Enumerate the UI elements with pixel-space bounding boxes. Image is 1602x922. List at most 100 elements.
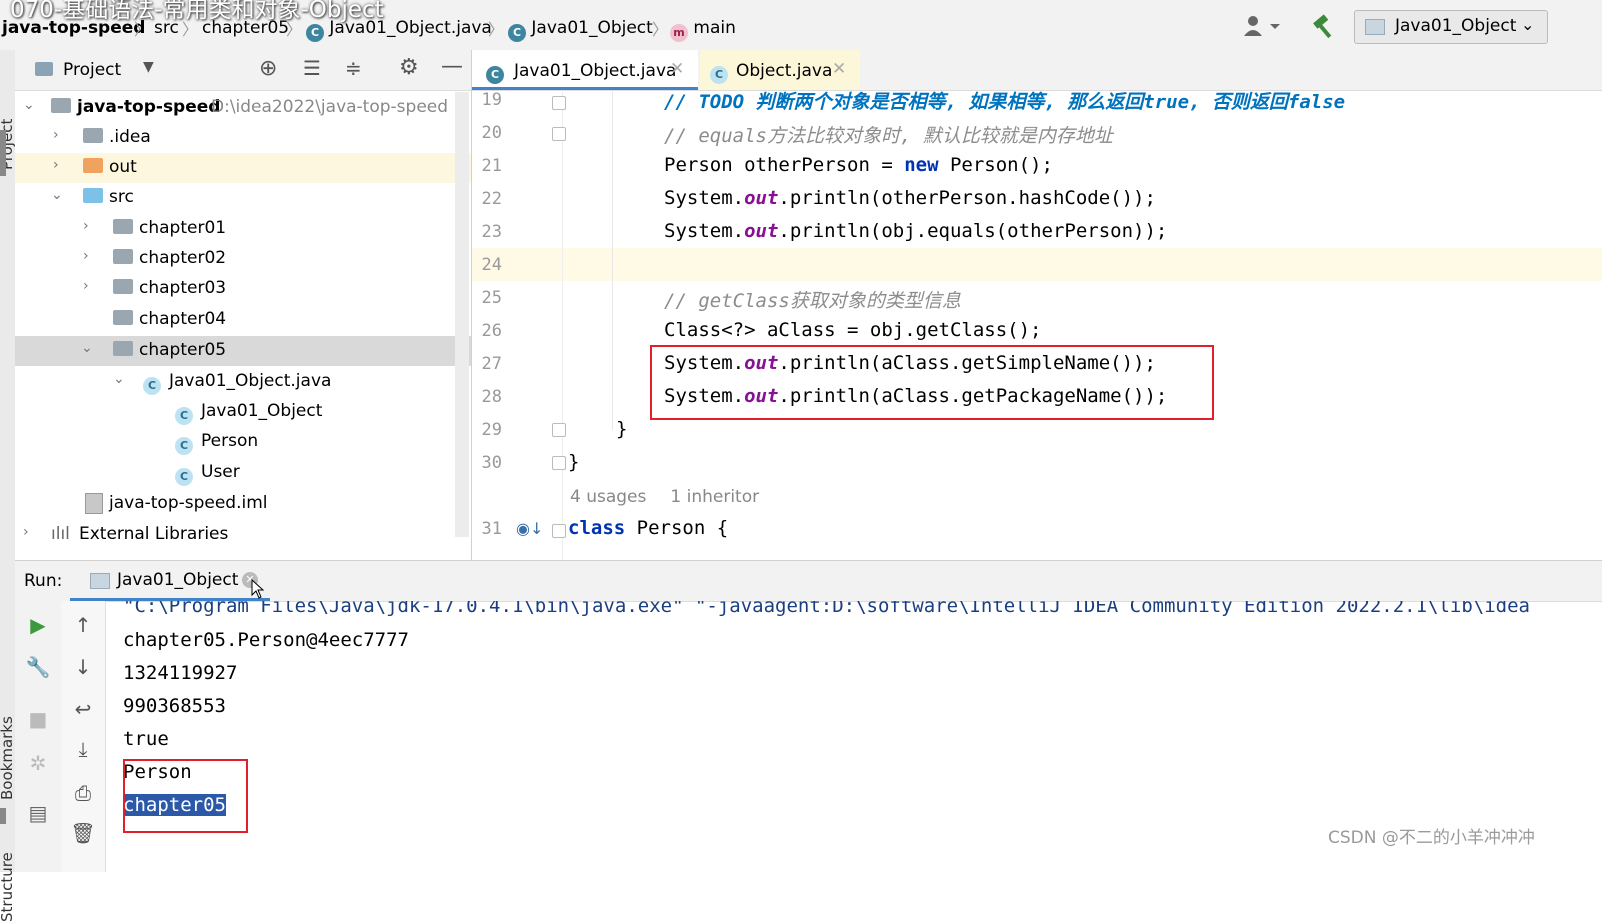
tree-item-out[interactable]: › out <box>15 153 471 183</box>
structure-tool-button[interactable]: Structure <box>0 852 16 922</box>
code-text: System. <box>664 220 745 242</box>
code-line-22: System.out.println(otherPerson.hashCode(… <box>664 187 1156 220</box>
line-number: 19 <box>481 90 502 110</box>
tree-item-user[interactable]: C User <box>15 458 471 488</box>
locate-file-icon[interactable]: ⊕ <box>259 56 277 81</box>
tree-item-label: chapter04 <box>139 309 227 329</box>
code-line-29: } <box>616 418 627 451</box>
class-icon: C <box>306 24 324 42</box>
tree-item-label: External Libraries <box>79 524 229 544</box>
layout-icon[interactable]: ▤ <box>18 801 58 825</box>
scroll-to-end-icon[interactable]: ⤓ <box>63 737 103 761</box>
tree-item-chapter02[interactable]: › chapter02 <box>15 244 471 274</box>
tree-item-label: .idea <box>109 127 151 147</box>
tree-item-chapter05[interactable]: ⌄ chapter05 <box>15 336 471 366</box>
code-text: } <box>616 418 628 440</box>
code-text: Person { <box>625 517 729 539</box>
tree-item-chapter03[interactable]: › chapter03 <box>15 274 471 304</box>
class-icon: C <box>486 60 504 84</box>
todo-comment: // TODO 判断两个对象是否相等, 如果相等, 那么返回true, 否则返回… <box>664 91 1346 113</box>
collapse-all-icon[interactable]: ≑ <box>345 56 362 80</box>
code-line-21: Person otherPerson = new Person(); <box>664 154 1053 187</box>
close-icon[interactable]: ✕ <box>832 59 846 79</box>
arrow-up-icon[interactable]: ↑ <box>63 613 103 637</box>
line-number: 24 <box>481 255 502 275</box>
breadcrumb-method-label: main <box>693 18 736 38</box>
tree-item-java01-object-class[interactable]: C Java01_Object <box>15 397 471 427</box>
project-scrollbar[interactable] <box>455 92 469 537</box>
rerun-icon[interactable]: ▶ <box>18 613 58 637</box>
line-number: 30 <box>481 453 502 473</box>
wrench-icon[interactable]: 🔧 <box>18 655 58 679</box>
tree-item-idea[interactable]: › .idea <box>15 123 471 153</box>
tree-item-label: User <box>201 462 240 482</box>
tab-label: Object.java <box>736 61 833 81</box>
chevron-down-icon[interactable]: ▼ <box>143 59 154 75</box>
left-tool-stripe: Project Bookmarks Structure <box>0 50 16 922</box>
breadcrumb-class[interactable]: C Java01_Object <box>508 18 653 42</box>
tree-item-person[interactable]: C Person <box>15 427 471 457</box>
project-view-title[interactable]: Project <box>63 60 121 80</box>
tree-item-project-root[interactable]: ⌄ java-top-speed D:\idea2022\java-top-sp… <box>15 93 471 123</box>
hammer-icon[interactable] <box>1310 12 1338 40</box>
code-editor[interactable]: // TODO 判断两个对象是否相等, 如果相等, 那么返回true, 否则返回… <box>562 90 1602 560</box>
user-icon[interactable] <box>1242 14 1286 38</box>
tree-item-chapter01[interactable]: › chapter01 <box>15 214 471 244</box>
code-text: Person otherPerson = <box>664 154 905 176</box>
gear-icon[interactable]: ⚙ <box>399 55 419 80</box>
console-line: true <box>123 728 169 750</box>
tree-item-src[interactable]: ⌄ src <box>15 183 471 213</box>
tab-java01-object-java[interactable]: C Java01_Object.java ✕ <box>472 50 698 90</box>
code-line-30: } <box>568 451 579 484</box>
code-highlight-box <box>650 345 1214 420</box>
tree-item-java01-object-file[interactable]: ⌄ C Java01_Object.java <box>15 367 471 397</box>
line-number: 23 <box>481 222 502 242</box>
project-panel-header: Project ▼ ⊕ ☰ ≑ ⚙ — <box>15 50 471 91</box>
class-icon: C <box>508 24 526 42</box>
breadcrumb-method[interactable]: m main <box>670 18 736 42</box>
bookmarks-tool-button[interactable]: Bookmarks <box>0 716 16 800</box>
tree-item-label: Java01_Object <box>201 401 323 421</box>
run-tab[interactable]: Java01_Object ✕ <box>70 561 270 601</box>
console-line: 1324119927 <box>123 662 238 684</box>
library-icon: ılıl <box>51 524 70 544</box>
keyword: new <box>904 154 939 176</box>
tab-object-java[interactable]: C Object.java ✕ <box>700 50 860 90</box>
inheritors-link[interactable]: 1 inheritor <box>670 487 759 507</box>
usages-link[interactable]: 4 usages <box>570 487 646 507</box>
chevron-right-icon: › <box>83 218 89 234</box>
tree-item-label: out <box>109 157 137 177</box>
tree-item-iml[interactable]: java-top-speed.iml <box>15 489 471 519</box>
chevron-down-icon: ⌄ <box>51 187 63 203</box>
line-number: 28 <box>481 387 502 407</box>
run-toolbar-secondary: ↑ ↓ ↩ ⤓ ⎙ 🗑 <box>61 601 106 872</box>
run-configuration-dropdown[interactable]: Java01_Object ⌄ <box>1354 10 1548 44</box>
project-panel: Project ▼ ⊕ ☰ ≑ ⚙ — ⌄ java-top-speed D:\… <box>15 50 472 560</box>
tree-item-label: chapter05 <box>139 340 227 360</box>
soft-wrap-icon[interactable]: ↩ <box>63 697 103 721</box>
implemented-icon[interactable]: ◉↓ <box>516 519 543 538</box>
class-icon: C <box>175 401 193 425</box>
stop-icon[interactable]: ■ <box>18 707 58 731</box>
close-icon[interactable]: ✕ <box>670 59 684 79</box>
tree-item-chapter04[interactable]: chapter04 <box>15 305 471 335</box>
tree-item-external-libraries[interactable]: › ılıl External Libraries <box>15 520 471 550</box>
line-number: 22 <box>481 189 502 209</box>
line-number: 29 <box>481 420 502 440</box>
hide-panel-icon[interactable]: — <box>441 54 463 79</box>
breadcrumb-class-label: Java01_Object <box>531 18 653 38</box>
trash-icon[interactable]: 🗑 <box>63 821 103 845</box>
package-icon <box>113 310 133 325</box>
class-icon: C <box>175 462 193 486</box>
tree-item-label: Java01_Object.java <box>169 371 332 391</box>
debug-rerun-icon[interactable]: ✲ <box>18 751 58 775</box>
code-text: .println(obj.equals(otherPerson)); <box>778 220 1168 242</box>
print-icon[interactable]: ⎙ <box>63 781 103 805</box>
chevron-right-icon: › <box>83 278 89 294</box>
line-number: 20 <box>481 123 502 143</box>
video-title-overlay: 070-基础语法-常用类和对象-Object <box>10 0 384 23</box>
arrow-down-icon[interactable]: ↓ <box>63 655 103 679</box>
class-file-icon: C <box>143 371 161 395</box>
usages-hint[interactable]: 4 usages 1 inheritor <box>570 487 759 507</box>
expand-all-icon[interactable]: ☰ <box>303 56 321 80</box>
